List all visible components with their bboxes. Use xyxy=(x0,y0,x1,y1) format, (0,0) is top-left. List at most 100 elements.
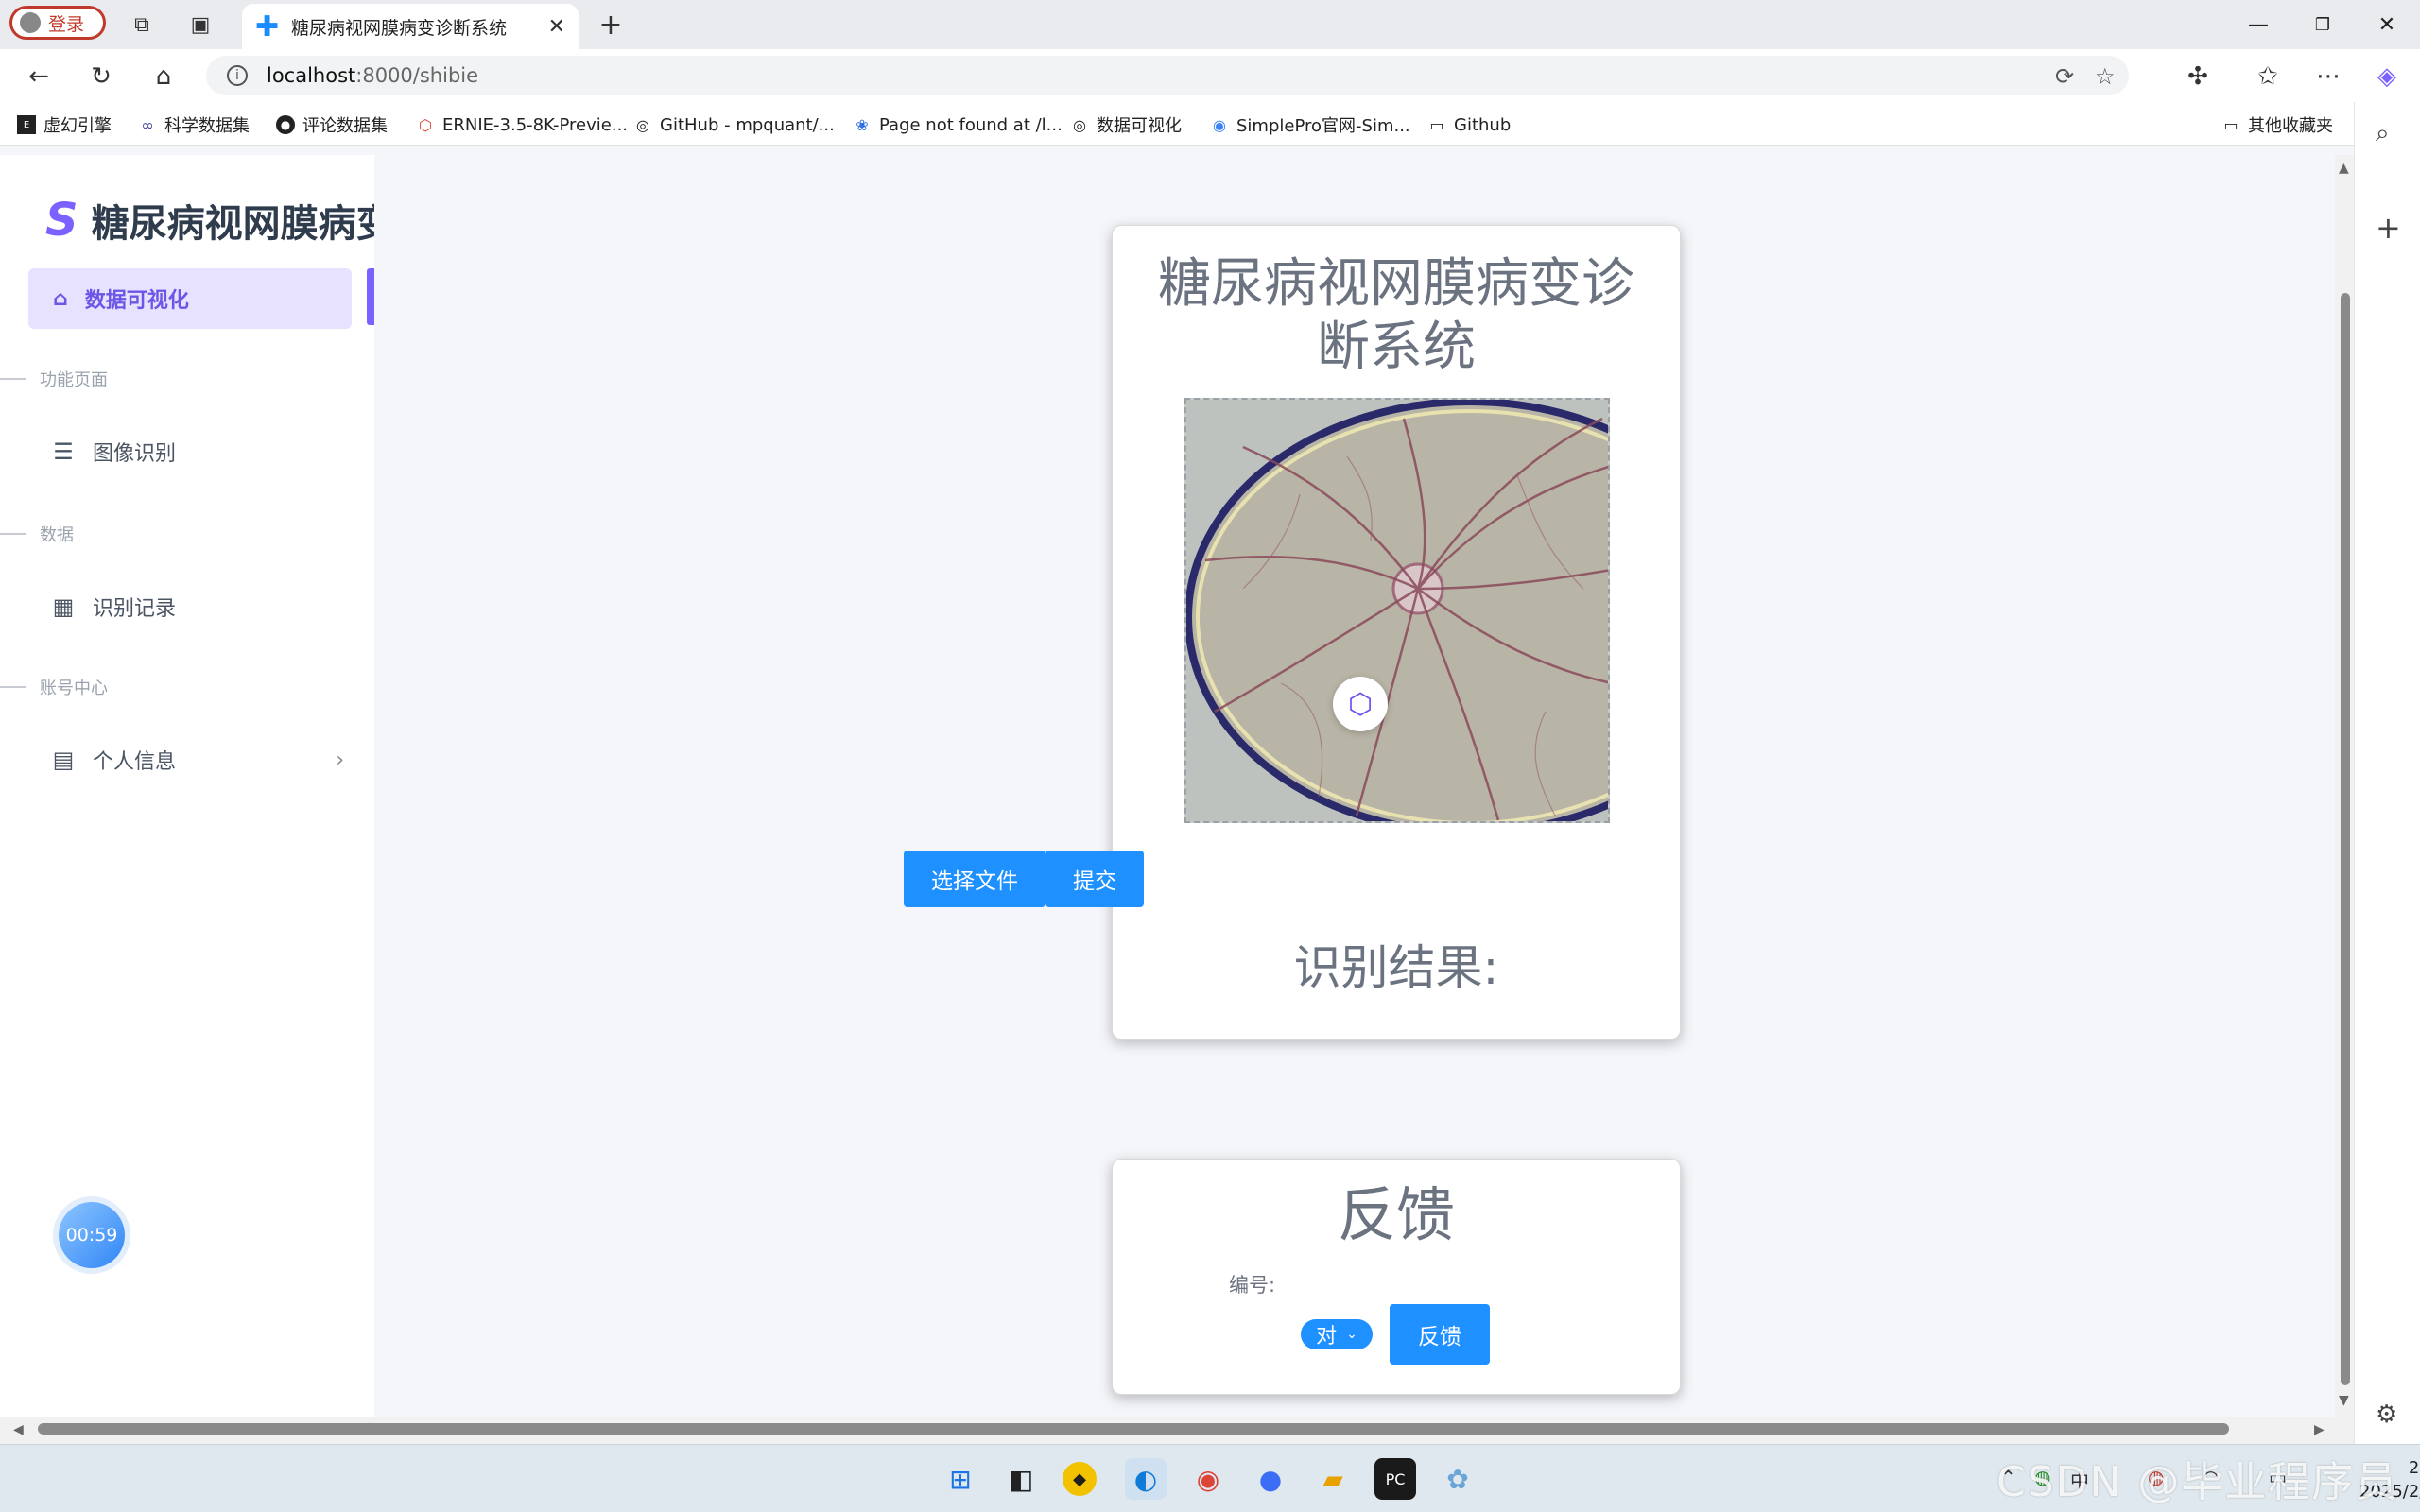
app-title: 糖尿病视网膜病变诊断系统 xyxy=(91,202,374,246)
layers-icon: ☰ xyxy=(53,438,74,465)
url-input[interactable]: i localhost :8000/shibie ⟳ ☆ xyxy=(206,56,2129,95)
sidebar-item-label: 识别记录 xyxy=(93,597,177,621)
bookmark-item[interactable]: ◉ SimplePro官网-Sim... xyxy=(1210,112,1410,138)
vertical-tabs-icon[interactable]: ▣ xyxy=(185,9,216,40)
feedback-button[interactable]: 反馈 xyxy=(1390,1304,1490,1365)
other-bookmarks-folder[interactable]: ▭ 其他收藏夹 xyxy=(2221,112,2333,138)
bookmark-label: 数据可视化 xyxy=(1097,116,1182,136)
python-app-icon[interactable]: ✿ xyxy=(1437,1458,1478,1500)
workspaces-icon[interactable]: ⧉ xyxy=(127,9,157,40)
app-logo[interactable]: S 糖尿病视网膜病变诊断系统 xyxy=(45,193,374,248)
table-grid-icon: ▦ xyxy=(52,593,75,620)
timer-value: 00:59 xyxy=(65,1225,118,1246)
translate-icon[interactable]: ⟳ xyxy=(2055,63,2074,90)
recognition-title: 糖尿病视网膜病变诊断系统 xyxy=(1158,253,1634,379)
chat-app-icon[interactable]: ● xyxy=(1250,1458,1291,1500)
security-app-icon[interactable]: ◆ xyxy=(1063,1462,1097,1496)
close-tab-icon[interactable]: ✕ xyxy=(548,15,565,39)
new-tab-icon[interactable]: + xyxy=(596,9,626,42)
edge-browser-icon[interactable]: ◐ xyxy=(1125,1458,1167,1500)
menu-group-data: 数据 xyxy=(0,522,74,546)
scroll-left-arrow-icon[interactable]: ◀ xyxy=(13,1422,24,1437)
search-icon[interactable]: ⌕ xyxy=(2376,119,2390,148)
pycharm-icon[interactable]: PC xyxy=(1374,1458,1416,1500)
sidebar-item-records[interactable]: ▦ 识别记录 xyxy=(51,592,344,622)
bookmark-label: ERNIE-3.5-8K-Previe... xyxy=(442,114,629,135)
result-label: 识别结果: xyxy=(1293,940,1499,995)
bookmark-label: 科学数据集 xyxy=(164,116,250,136)
home-icon: ⌂ xyxy=(53,286,68,311)
group-label: 账号中心 xyxy=(40,679,108,698)
avatar xyxy=(20,12,41,33)
ernie-icon: ⬡ xyxy=(419,115,432,134)
site-info-icon[interactable]: i xyxy=(227,65,248,86)
add-icon[interactable]: + xyxy=(2376,210,2401,246)
assistant-fab[interactable]: ⬡ xyxy=(1333,677,1388,731)
more-menu-icon[interactable]: ⋯ xyxy=(2312,60,2344,93)
infinity-icon: ∞ xyxy=(141,115,154,134)
app-sidebar: S 糖尿病视网膜病变诊断系统 ⌂ 数据可视化 功能页面 ☰ 图像识别 数据 ▦ … xyxy=(0,155,374,1418)
settings-gear-icon[interactable]: ⚙ xyxy=(2376,1400,2397,1429)
sidebar-item-image-recognition[interactable]: ☰ 图像识别 xyxy=(51,437,344,467)
profile-card-icon: ▤ xyxy=(52,747,75,773)
recognition-card: 糖尿病视网膜病变诊断系统 xyxy=(1112,225,1681,1040)
file-explorer-icon[interactable]: ▰ xyxy=(1312,1458,1354,1500)
chrome-icon[interactable]: ◉ xyxy=(1187,1458,1229,1500)
vertical-scroll-thumb[interactable] xyxy=(2341,293,2350,1385)
close-window-icon[interactable]: ✕ xyxy=(2363,8,2411,42)
feedback-select[interactable]: 对 ⌄ xyxy=(1301,1319,1373,1349)
task-view-icon[interactable]: ◧ xyxy=(1000,1458,1042,1500)
bookmark-item[interactable]: ◎ 数据可视化 xyxy=(1070,112,1182,138)
scroll-right-arrow-icon[interactable]: ▶ xyxy=(2314,1422,2325,1437)
epic-icon: E xyxy=(17,115,36,134)
chevron-down-icon: ⌄ xyxy=(1346,1327,1357,1342)
extensions-icon[interactable]: ✣ xyxy=(2182,60,2214,93)
menu-group-functions: 功能页面 xyxy=(0,367,108,391)
bookmark-item[interactable]: ⬡ ERNIE-3.5-8K-Previe... xyxy=(416,112,628,138)
active-tab[interactable]: ✚ 糖尿病视网膜病变诊断系统 ✕ xyxy=(242,4,579,49)
bookmark-item[interactable]: ● 评论数据集 xyxy=(276,112,388,138)
favorites-icon[interactable]: ✩ xyxy=(2252,60,2284,93)
url-path: :8000/shibie xyxy=(355,64,479,87)
favorite-star-icon[interactable]: ☆ xyxy=(2095,63,2116,90)
group-label: 数据 xyxy=(40,525,74,545)
scroll-down-arrow-icon[interactable]: ▼ xyxy=(2339,1393,2349,1408)
github-icon: ● xyxy=(276,115,295,134)
main-content: 糖尿病视网膜病变诊断系统 选择文件 提交 识别结果: 反馈 编号: 对 ⌄ 反馈… xyxy=(374,155,2335,1418)
bookmark-item[interactable]: ❀ Page not found at /l... xyxy=(853,112,1063,138)
copilot-icon[interactable]: ◈ xyxy=(2371,60,2403,93)
browser-tab-strip: 登录 ⧉ ▣ ✚ 糖尿病视网膜病变诊断系统 ✕ + — ❐ ✕ xyxy=(0,0,2420,49)
chevron-right-icon: › xyxy=(336,747,344,772)
submit-button[interactable]: 提交 xyxy=(1046,850,1144,907)
scroll-up-arrow-icon[interactable]: ▲ xyxy=(2339,161,2349,176)
bookmark-item[interactable]: ∞ 科学数据集 xyxy=(138,112,250,138)
bookmark-item[interactable]: ◎ GitHub - mpquant/... xyxy=(633,112,835,138)
windows-start-icon[interactable]: ⊞ xyxy=(940,1458,981,1500)
folder-icon: ▭ xyxy=(2223,115,2238,134)
sidebar-item-profile[interactable]: ▤ 个人信息 › xyxy=(51,745,344,775)
timer-bubble[interactable]: 00:59 xyxy=(59,1202,125,1268)
globe-icon: ◎ xyxy=(636,115,649,134)
back-icon[interactable]: ← xyxy=(23,60,55,93)
bookmark-label: GitHub - mpquant/... xyxy=(660,114,835,135)
feedback-select-value: 对 xyxy=(1316,1325,1338,1349)
horizontal-scroll-thumb[interactable] xyxy=(38,1423,2229,1435)
bookmark-label: SimplePro官网-Sim... xyxy=(1236,116,1410,136)
active-indicator xyxy=(367,268,374,325)
home-icon[interactable]: ⌂ xyxy=(147,60,180,93)
profile-button[interactable]: 登录 xyxy=(9,6,106,40)
group-label: 功能页面 xyxy=(40,370,108,390)
minimize-icon[interactable]: — xyxy=(2235,8,2282,42)
url-host: localhost xyxy=(267,64,356,87)
bookmark-item[interactable]: E 虚幻引擎 xyxy=(17,112,112,138)
bookmark-item[interactable]: ▭ Github xyxy=(1427,112,1511,138)
simplepro-icon: ◉ xyxy=(1213,115,1226,134)
bookmark-label: 评论数据集 xyxy=(302,116,388,136)
paw-icon: ❀ xyxy=(856,115,869,134)
refresh-icon[interactable]: ↻ xyxy=(85,60,117,93)
choose-file-button[interactable]: 选择文件 xyxy=(904,850,1046,907)
restore-icon[interactable]: ❐ xyxy=(2299,8,2346,42)
globe-icon: ◎ xyxy=(1073,115,1086,134)
sidebar-item-label: 图像识别 xyxy=(93,442,177,466)
sidebar-item-data-visualization[interactable]: ⌂ 数据可视化 xyxy=(28,268,352,329)
